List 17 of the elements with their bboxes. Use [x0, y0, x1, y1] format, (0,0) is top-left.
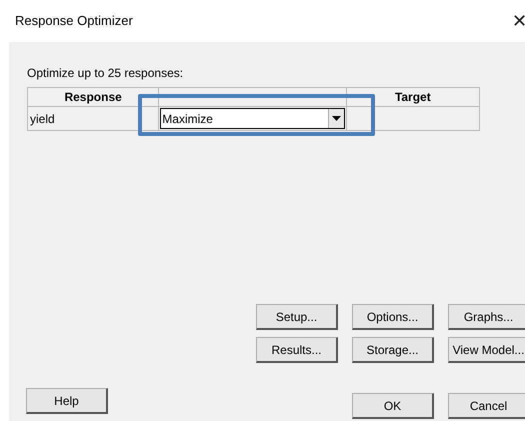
close-icon[interactable]: ✕ [512, 12, 525, 30]
help-button[interactable]: Help [26, 388, 108, 414]
dialog-button[interactable]: Results... [256, 337, 338, 363]
table-cell: yield [28, 106, 159, 130]
column-header: Target [346, 88, 480, 106]
dialog-button[interactable]: View Model... [448, 337, 525, 363]
goal-dropdown[interactable]: Maximize [160, 108, 345, 129]
dialog-button[interactable]: OK [352, 393, 434, 419]
dropdown-arrow-icon[interactable] [332, 116, 341, 121]
dialog-button[interactable]: Cancel [448, 393, 525, 419]
dialog-button[interactable]: Storage... [352, 337, 434, 363]
prompt-label: Optimize up to 25 responses: [27, 65, 184, 82]
dialog-button[interactable]: Setup... [256, 304, 338, 330]
column-header: Response [28, 88, 159, 106]
dialog-button[interactable]: Options... [352, 304, 434, 330]
window-title: Response Optimizer [15, 12, 133, 30]
dialog-button[interactable]: Graphs... [448, 304, 525, 330]
